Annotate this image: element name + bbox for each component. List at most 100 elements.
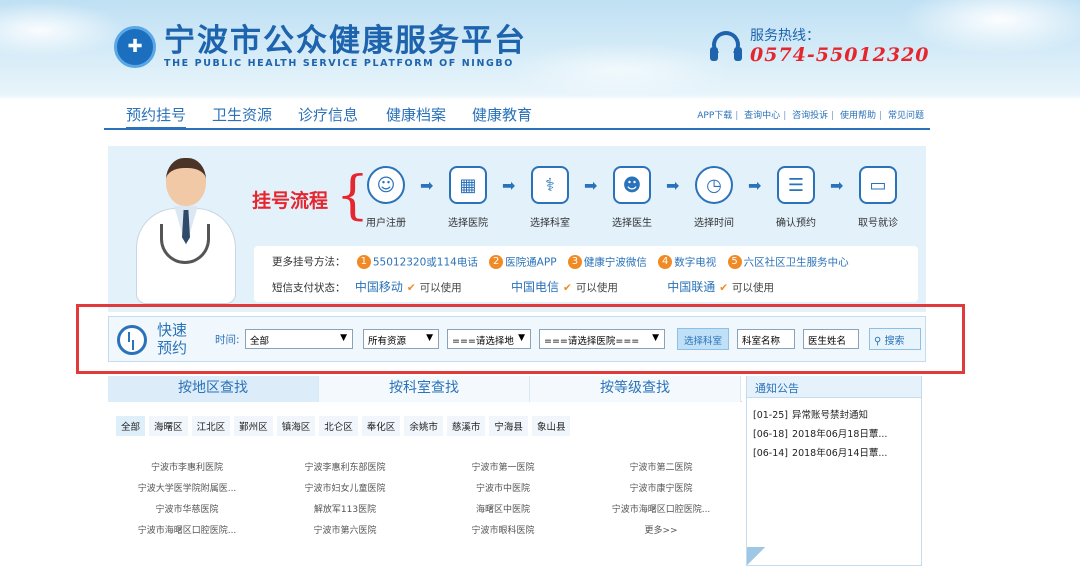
arrow-right-icon: ➡ [502,176,516,195]
chevron-down-icon: ▼ [340,333,347,343]
site-logo[interactable]: ✚ 宁波市公众健康服务平台 THE PUBLIC HEALTH SERVICE … [114,24,527,69]
district-item[interactable]: 余姚市 [404,416,443,436]
hospital-link[interactable]: 宁波李惠利东部医院 [266,460,424,473]
booking-process-panel: 挂号流程 { ☺ 用户注册 ➡ ▦ 选择医院 ➡ ⚕ 选择科室 ➡ ☻ 选择医生… [108,146,926,312]
nav-links: APP下载 | 查询中心 | 咨询投诉 | 使用帮助 | 常见问题 [697,111,924,121]
method-app[interactable]: 医院通APP [505,257,556,269]
notice-text: 2018年06月18日蕈... [792,429,888,440]
link-help[interactable]: 使用帮助 [840,111,876,121]
notice-item[interactable]: [06-14] 2018年06月14日蕈... [747,442,921,461]
department-name-input[interactable]: 科室名称 [737,329,795,349]
hospital-link[interactable]: 宁波市第二医院 [582,460,740,473]
hospital-link[interactable]: 宁波市海曙区口腔医院... [582,502,740,515]
district-item[interactable]: 鄞州区 [234,416,273,436]
chevron-down-icon: ▼ [518,333,525,343]
link-faq[interactable]: 常见问题 [888,111,924,121]
sms-status-row: 短信支付状态： 中国移动 ✔ 可以使用 中国电信 ✔ 可以使用 中国联通 ✔ 可以使用 [272,278,814,295]
step-label: 确认预约 [776,218,816,229]
nav-item-health-records[interactable]: 健康档案 [386,104,446,125]
hospital-link[interactable]: 宁波市第一医院 [424,460,582,473]
id-card-icon: ☰ [777,166,815,204]
hospital-list: 宁波市李惠利医院 宁波李惠利东部医院 宁波市第一医院 宁波市第二医院 宁波大学医… [108,460,742,544]
district-item[interactable]: 江北区 [191,416,231,436]
step-choose-time: ◷ 选择时间 [684,166,744,229]
district-item[interactable]: 奉化区 [361,416,401,436]
search-button[interactable]: ⚲ 搜索 [869,328,921,350]
nav-item-booking[interactable]: 预约挂号 [126,104,187,129]
tab-by-level[interactable]: 按等级查找 [530,376,741,402]
notice-item[interactable]: [01-25] 异常账号禁封通知 [747,404,921,423]
tab-by-region[interactable]: 按地区查找 [108,376,319,402]
nav-item-diagnosis-info[interactable]: 诊疗信息 [298,104,358,125]
method-phone[interactable]: 55012320或114电话 [373,257,478,269]
step-choose-hospital: ▦ 选择医院 [438,166,498,229]
district-item[interactable]: 海曙区 [149,416,188,436]
notice-item[interactable]: [06-18] 2018年06月18日蕈... [747,423,921,442]
method-wechat[interactable]: 健康宁波微信 [584,257,647,269]
hospital-link[interactable]: 宁波市华慈医院 [108,502,266,515]
district-item[interactable]: 镇海区 [276,416,316,436]
doctor-name-input[interactable]: 医生姓名 [803,329,859,349]
district-item[interactable]: 北仑区 [319,416,358,436]
hospital-link[interactable]: 宁波市眼科医院 [424,523,582,536]
corner-decoration [747,547,765,565]
arrow-right-icon: ➡ [666,176,680,195]
hospital-link[interactable]: 海曙区中医院 [424,502,582,515]
carrier-name: 中国移动 [354,280,403,294]
headset-icon [708,29,744,65]
logo-title: 宁波市公众健康服务平台 [164,23,527,59]
method-community-center[interactable]: 六区社区卫生服务中心 [744,257,849,269]
resource-select[interactable]: 所有资源 ▼ [363,329,439,349]
step-label: 选择科室 [530,218,570,229]
hospital-link[interactable]: 宁波市妇女儿童医院 [266,481,424,494]
notice-date: [06-18] [753,429,789,440]
hospital-link[interactable]: 宁波大学医学院附属医... [108,481,266,494]
hospital-select[interactable]: ===请选择医院=== ▼ [539,329,665,349]
step-register: ☺ 用户注册 [356,166,416,229]
hospital-link[interactable]: 宁波市海曙区口腔医院... [108,523,266,536]
notice-text: 异常账号禁封通知 [792,410,869,421]
tab-by-department[interactable]: 按科室查找 [319,376,530,402]
method-number-badge: 1 [356,255,371,269]
district-filter: 全部 海曙区 江北区 鄞州区 镇海区 北仑区 奉化区 余姚市 慈溪市 宁海县 象… [116,416,571,436]
carrier-status: 可以使用 [575,282,618,294]
link-complaints[interactable]: 咨询投诉 [792,111,828,121]
search-label: 搜索 [884,336,905,347]
hospital-link[interactable]: 宁波市第六医院 [266,523,424,536]
chevron-down-icon: ▼ [652,333,659,343]
nav-item-health-education[interactable]: 健康教育 [472,104,532,125]
district-item[interactable]: 慈溪市 [446,416,486,436]
method-digital-tv[interactable]: 数字电视 [674,257,716,269]
arrow-right-icon: ➡ [420,176,434,195]
hospital-select-value: ===请选择医院=== [544,336,640,347]
district-all[interactable]: 全部 [116,416,146,436]
time-select[interactable]: 全部 ▼ [245,329,353,349]
check-icon: ✔ [719,282,729,294]
area-select[interactable]: ===请选择地 ▼ [447,329,531,349]
hospital-link[interactable]: 宁波市中医院 [424,481,582,494]
step-label: 选择医院 [448,218,488,229]
alarm-clock-icon: ◷ [695,166,733,204]
stethoscope-icon: ⚕ [531,166,569,204]
district-item[interactable]: 象山县 [531,416,571,436]
arrow-right-icon: ➡ [748,176,762,195]
carrier-status: 可以使用 [732,282,775,294]
more-methods-row: 更多挂号方法： 1 55012320或114电话 2 医院通APP 3 健康宁波微信 … [272,254,849,270]
process-steps: ☺ 用户注册 ➡ ▦ 选择医院 ➡ ⚕ 选择科室 ➡ ☻ 选择医生 ➡ ◷ 选择… [356,166,916,238]
district-item[interactable]: 宁海县 [489,416,528,436]
hospital-link[interactable]: 解放军113医院 [266,502,424,515]
arrow-right-icon: ➡ [830,176,844,195]
more-hospitals-link[interactable]: 更多>> [582,523,740,536]
booking-methods: 更多挂号方法： 1 55012320或114电话 2 医院通APP 3 健康宁波微信 … [254,246,918,302]
hospital-row: 宁波市李惠利医院 宁波李惠利东部医院 宁波市第一医院 宁波市第二医院 [108,460,742,481]
carrier-name: 中国电信 [511,280,560,294]
select-department-button[interactable]: 选择科室 [677,328,730,350]
link-app-download[interactable]: APP下载 [697,111,732,121]
link-query-center[interactable]: 查询中心 [744,111,780,121]
hospital-link[interactable]: 宁波市李惠利医院 [108,460,266,473]
notice-panel: 通知公告 [01-25] 异常账号禁封通知 [06-18] 2018年06月18日蕈… [746,376,922,566]
hospital-link[interactable]: 宁波市康宁医院 [582,481,740,494]
check-icon: ✔ [406,282,416,294]
nav-item-health-resources[interactable]: 卫生资源 [212,104,272,125]
step-choose-department: ⚕ 选择科室 [520,166,580,229]
